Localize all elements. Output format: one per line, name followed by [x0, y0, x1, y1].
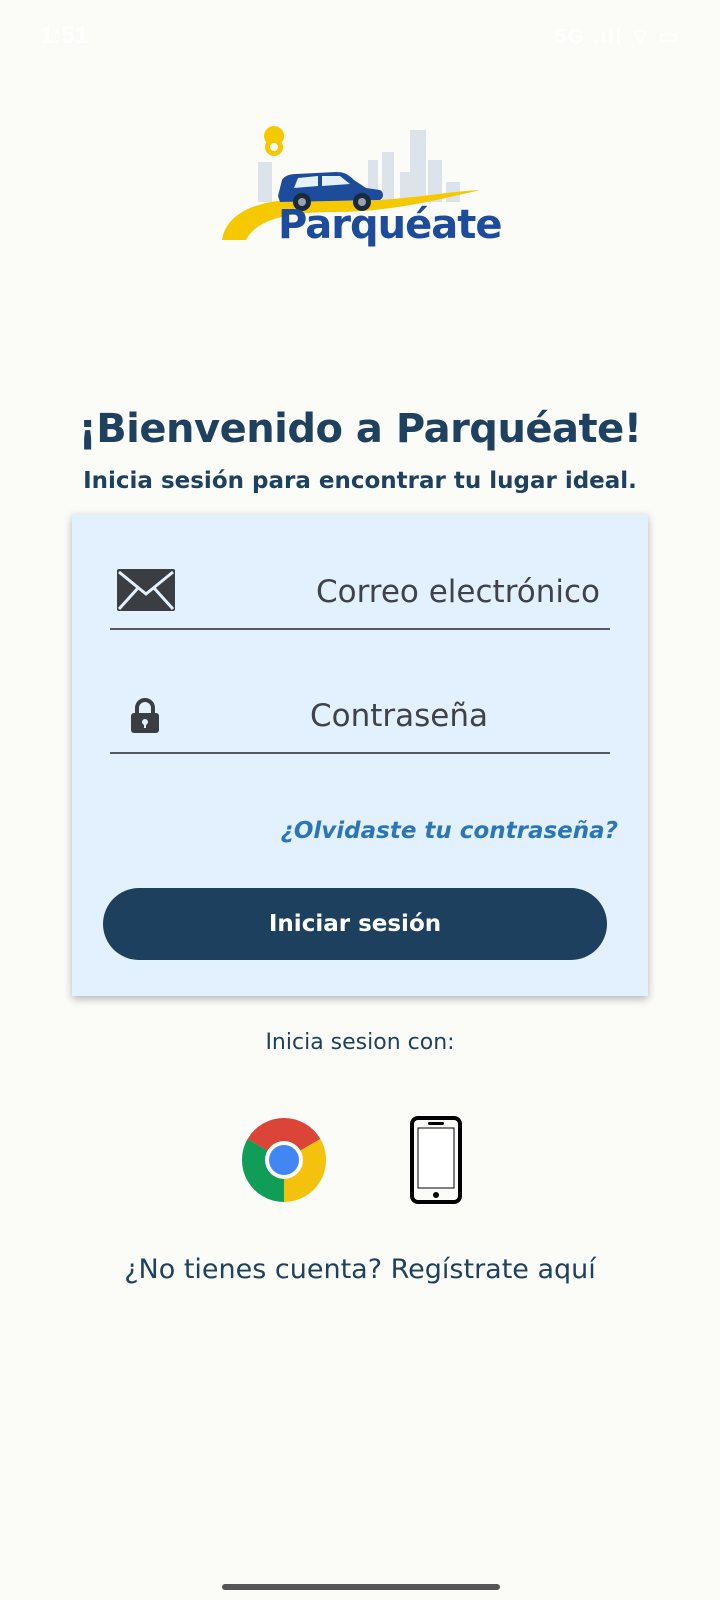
register-prompt: ¿No tienes cuenta? Regístrate aquí	[0, 1254, 720, 1285]
email-input[interactable]	[200, 558, 600, 626]
app-logo: Parquéate	[218, 104, 502, 314]
status-icons: 5G .ıll ⌔ ▭	[554, 26, 680, 48]
alt-login-label: Inicia sesion con:	[265, 1030, 455, 1055]
chrome-login-button[interactable]	[240, 1116, 328, 1204]
login-button[interactable]: Iniciar sesión	[103, 888, 607, 960]
home-indicator[interactable]	[222, 1584, 500, 1590]
status-time: 1:51	[40, 22, 89, 49]
page-subtitle: Inicia sesión para encontrar tu lugar id…	[83, 468, 637, 494]
phone-login-button[interactable]	[410, 1116, 462, 1204]
phone-icon	[410, 1116, 462, 1204]
brand-name: Parquéate	[278, 202, 502, 248]
register-link[interactable]: ¿No tienes cuenta? Regístrate aquí	[124, 1254, 596, 1285]
forgot-password-link[interactable]: ¿Olvidaste tu contraseña?	[281, 818, 619, 844]
lock-icon	[130, 698, 160, 738]
password-input[interactable]	[310, 682, 610, 750]
page-title: ¡Bienvenido a Parquéate!	[78, 406, 642, 452]
email-field[interactable]	[110, 558, 610, 630]
pin-icon	[264, 126, 285, 166]
envelope-icon	[116, 568, 176, 616]
login-card: ¿Olvidaste tu contraseña? Iniciar sesión	[72, 514, 648, 996]
password-field[interactable]	[110, 682, 610, 754]
status-bar: 1:51 5G .ıll ⌔ ▭	[0, 0, 720, 72]
chrome-icon	[241, 1118, 327, 1202]
